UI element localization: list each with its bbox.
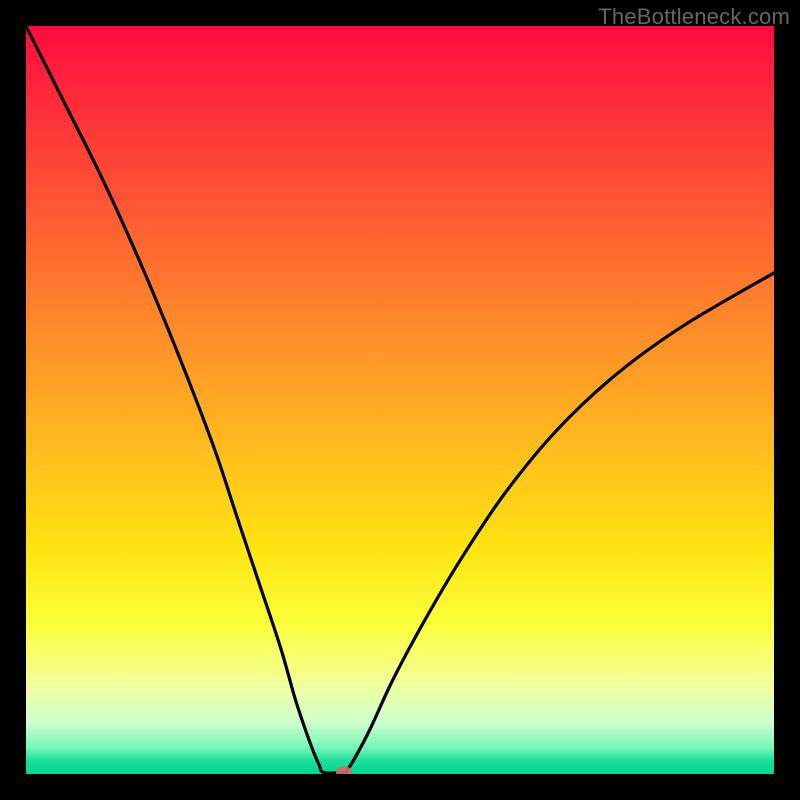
chart-frame: TheBottleneck.com: [0, 0, 800, 800]
plot-area: [26, 26, 774, 774]
bottleneck-curve: [26, 26, 774, 774]
watermark-text: TheBottleneck.com: [598, 4, 790, 30]
optimal-point-marker: [336, 766, 352, 774]
